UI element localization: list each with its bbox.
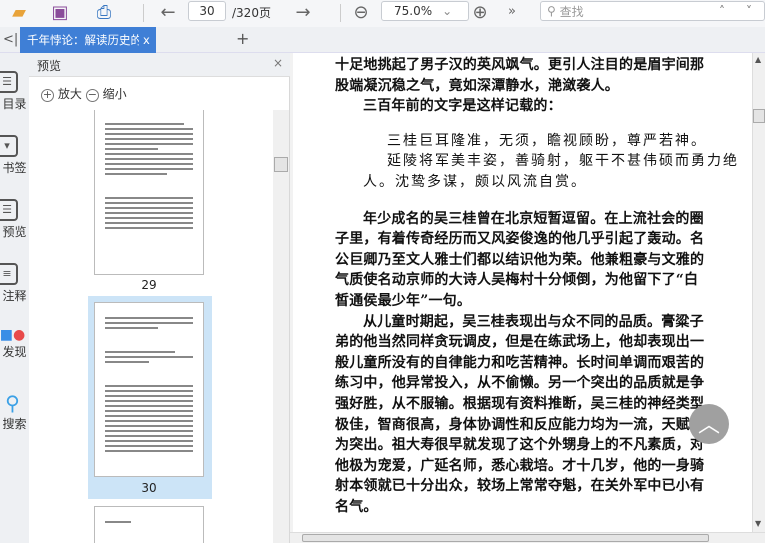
chevron-down-icon: ⌄ xyxy=(442,4,453,18)
search-placeholder: 查找 xyxy=(559,4,584,19)
quote-line: 延陵将军美丰姿，善骑射，躯干不甚伟硕而勇力绝 xyxy=(387,153,739,170)
preview-panel: 预览 × + 放大 − 缩小 29 30 xyxy=(29,53,290,543)
text-line: 气质使名动京师的大诗人吴梅村十分倾倒，为他留下了“白 xyxy=(335,272,699,289)
text-line: 子里，有着传奇经历而又风姿俊逸的他几乎引起了轰动。名 xyxy=(335,231,705,248)
text-line: 十足地挑起了男子汉的英风飒气。更引人注目的是眉宇间那 xyxy=(335,57,705,73)
rail-item-preview[interactable]: ☰ 预览 xyxy=(0,199,29,240)
rail-item-toc[interactable]: ☰ 目录 xyxy=(0,71,29,112)
bookmark-icon: ▾ xyxy=(0,135,18,157)
page-label-30: 30 xyxy=(141,481,157,495)
page-thumbnail-31[interactable] xyxy=(94,506,204,543)
search-icon: ⚲ xyxy=(547,4,556,18)
scrollbar-thumb[interactable] xyxy=(753,109,765,123)
thumbnail-scrollbar[interactable] xyxy=(273,110,289,543)
rail-item-annotation[interactable]: ≡ 注释 xyxy=(0,263,29,304)
search-next-icon[interactable]: ˅ xyxy=(746,4,752,18)
zoom-out-button[interactable]: − 缩小 xyxy=(85,85,127,102)
rail-label: 注释 xyxy=(2,289,27,303)
zoom-in-icon[interactable]: ⊕ xyxy=(469,2,491,23)
tab-document[interactable]: 千年悖论：解读历史的另一种方式 x xyxy=(20,27,156,53)
note-icon: ≡ xyxy=(0,263,18,285)
rail-item-search[interactable]: ⚲ 搜索 xyxy=(0,391,29,432)
text-line: 强好胜，从不服输。根据现有资料推断，吴三桂的神经类型 xyxy=(335,395,705,412)
next-page-icon[interactable]: → xyxy=(292,2,314,23)
zoom-row: + 放大 − 缩小 xyxy=(29,77,290,110)
quote-line: 三桂巨耳隆准，无须，瞻视顾盼，尊严若神。 xyxy=(387,132,707,149)
zoom-in-label: 放大 xyxy=(57,87,82,101)
text-line: 年少成名的吴三桂曾在北京短暂逗留。在上流社会的圈 xyxy=(363,210,704,227)
document-page: 十足地挑起了男子汉的英风飒气。更引人注目的是眉宇间那 股端凝沉稳之气，竟如深潭静… xyxy=(293,53,752,532)
zoom-out-label: 缩小 xyxy=(102,87,127,101)
thumbnail-list: 29 30 xyxy=(29,110,273,543)
text-line: 从儿童时期起，吴三桂表现出与众不同的品质。膏粱子 xyxy=(363,313,704,330)
page-text: 十足地挑起了男子汉的英风飒气。更引人注目的是眉宇间那 股端凝沉稳之气，竟如深潭静… xyxy=(335,55,739,517)
more-button[interactable]: » xyxy=(508,4,516,19)
text-line: 名气。 xyxy=(335,498,378,515)
collapse-sidebar-icon[interactable]: <| xyxy=(3,32,18,47)
text-line: 弟的他当然同样贪玩调皮，但是在练武场上，他却表现出一 xyxy=(335,334,705,351)
rail-item-discover[interactable]: ■● 发现 xyxy=(0,327,29,360)
preview-icon: ☰ xyxy=(0,199,18,221)
divider xyxy=(340,4,341,22)
rail-label: 书签 xyxy=(2,161,27,175)
search-input[interactable]: ⚲ 查找 ˄ ˅ xyxy=(540,1,765,21)
scroll-up-icon[interactable]: ▲ xyxy=(755,55,761,64)
page-thumbnail-30[interactable] xyxy=(94,302,204,477)
panel-header: 预览 × xyxy=(29,53,290,77)
text-line: 三百年前的文字是这样记载的： xyxy=(363,98,562,115)
rail-label: 搜索 xyxy=(2,417,27,431)
search-prev-icon[interactable]: ˄ xyxy=(719,4,725,18)
page-total: /320页 xyxy=(232,6,271,20)
quote-line: 人。沈鸷多谋，颇以风流自赏。 xyxy=(363,173,587,190)
save-icon[interactable]: ▣ xyxy=(49,2,71,23)
scrollbar-thumb[interactable] xyxy=(302,534,709,542)
text-line: 他极为宠爱，广延名师，悉心栽培。才十几岁，他的一身骑 xyxy=(335,457,705,474)
open-folder-icon[interactable]: ▰ xyxy=(8,2,30,23)
text-line: 皙通侯最少年”一句。 xyxy=(335,292,472,309)
rail-label: 目录 xyxy=(2,97,27,111)
page-number-input[interactable]: 30 xyxy=(188,1,226,21)
text-line: 射本领就已十分出众，较场上常常夺魁，在关外军中已小有 xyxy=(335,478,705,495)
rail-item-bookmark[interactable]: ▾ 书签 xyxy=(0,135,29,176)
rail-label: 预览 xyxy=(2,225,27,239)
zoom-value: 75.0% xyxy=(394,4,433,18)
list-icon: ☰ xyxy=(0,71,18,93)
document-horizontal-scrollbar[interactable] xyxy=(290,532,765,543)
text-line: 练习中，他异常投入，从不偷懒。另一个突出的品质就是争 xyxy=(335,375,705,392)
tab-title: 千年悖论：解读历史的另一种方式 xyxy=(27,33,139,47)
close-panel-icon[interactable]: × xyxy=(273,56,283,70)
document-view: 十足地挑起了男子汉的英风飒气。更引人注目的是眉宇间那 股端凝沉稳之气，竟如深潭静… xyxy=(290,53,752,532)
close-tab-icon[interactable]: x xyxy=(143,33,150,47)
text-line: 极佳，智商很高，身体协调性和反应能力均为一流，天赋极 xyxy=(335,416,705,433)
side-rail: ☰ 目录 ▾ 书签 ☰ 预览 ≡ 注释 ■● 发现 ⚲ 搜索 xyxy=(0,53,29,543)
new-tab-icon[interactable]: + xyxy=(236,29,249,48)
discover-icon: ■● xyxy=(0,327,26,343)
toolbar: ▰ ▣ ⎙ ← 30 /320页 → ⊖ 75.0% ⌄ ⊕ » ⚲ 查找 ˄ ˅ xyxy=(0,0,765,27)
zoom-in-icon: + xyxy=(41,88,54,102)
prev-page-icon[interactable]: ← xyxy=(157,2,179,23)
chevron-up-icon: ︿ xyxy=(697,413,720,438)
zoom-in-button[interactable]: + 放大 xyxy=(41,85,82,102)
print-icon[interactable]: ⎙ xyxy=(93,2,115,23)
back-to-top-button[interactable]: ︿ xyxy=(689,404,729,444)
zoom-out-icon: − xyxy=(85,88,99,102)
rail-label: 发现 xyxy=(2,345,27,359)
text-line: 般儿童所没有的自律能力和吃苦精神。长时间单调而艰苦的 xyxy=(335,354,705,371)
search-icon: ⚲ xyxy=(5,391,20,415)
zoom-select[interactable]: 75.0% ⌄ xyxy=(381,1,469,21)
page-label-29: 29 xyxy=(141,278,157,292)
document-vertical-scrollbar[interactable]: ▲ ▼ xyxy=(752,53,765,532)
tab-bar: <| 千年悖论：解读历史的另一种方式 x + xyxy=(0,27,765,53)
zoom-out-icon[interactable]: ⊖ xyxy=(350,2,372,23)
text-line: 公巨卿乃至文人雅士们都以结识他为荣。他兼粗豪与文雅的 xyxy=(335,251,705,268)
text-line: 股端凝沉稳之气，竟如深潭静水，滟潋袭人。 xyxy=(335,77,619,94)
text-line: 为突出。祖大寿很早就发现了这个外甥身上的不凡素质，对 xyxy=(335,437,705,454)
scroll-down-icon[interactable]: ▼ xyxy=(755,519,761,528)
page-thumbnail-29[interactable] xyxy=(94,110,204,275)
scrollbar-thumb[interactable] xyxy=(274,157,288,172)
panel-title: 预览 xyxy=(37,59,62,73)
divider xyxy=(143,4,144,22)
